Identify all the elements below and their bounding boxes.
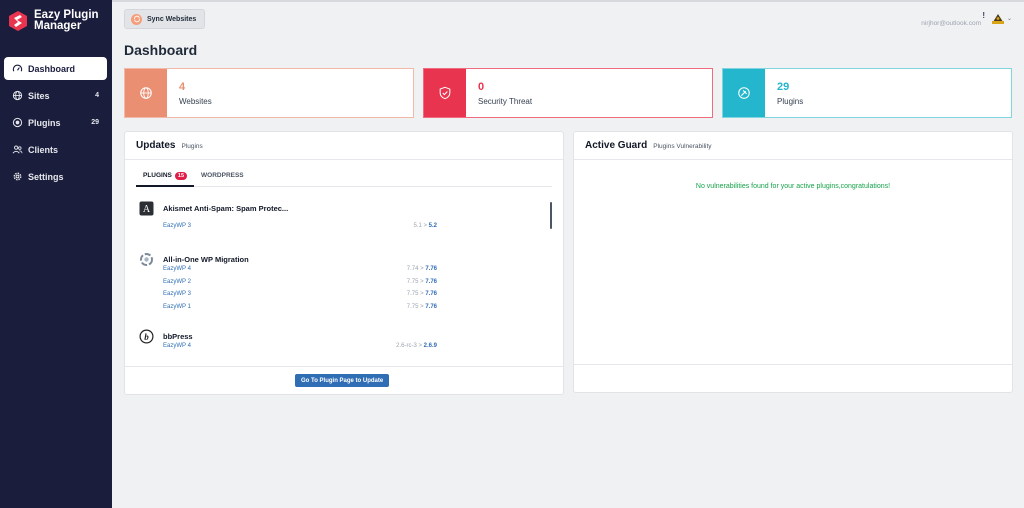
stat-label: Security Threat — [478, 97, 533, 106]
new-version: 7.76 — [425, 291, 437, 297]
updates-tabs: PLUGINS 15 WORDPRESS — [136, 168, 552, 187]
stat-label: Plugins — [777, 97, 804, 106]
stat-card-plugins[interactable]: 29 Plugins — [722, 68, 1012, 118]
stat-value: 4 — [179, 81, 186, 93]
current-version: 5.1 > — [413, 223, 429, 229]
site-link[interactable]: EazyWP 4 — [163, 266, 191, 272]
sidebar-item-label: Sites — [28, 90, 50, 101]
updates-panel-header: Updates Plugins — [125, 132, 563, 160]
sync-icon — [131, 13, 142, 25]
sidebar-item-settings[interactable]: Settings — [4, 165, 107, 188]
new-version: 7.76 — [425, 266, 437, 272]
avatar[interactable] — [991, 13, 1005, 25]
bbpress-icon: b — [139, 329, 154, 344]
svg-text:b: b — [144, 332, 149, 342]
stat-label: Websites — [179, 97, 212, 106]
sidebar-item-clients[interactable]: Clients — [4, 138, 107, 161]
active-guard-title: Active Guard — [585, 140, 648, 151]
plugin-name: Akismet Anti-Spam: Spam Protec... — [163, 204, 289, 213]
gauge-icon — [12, 63, 23, 74]
table-row: EazyWP 1 7.75 > 7.76 — [163, 304, 437, 314]
sidebar-item-dashboard[interactable]: Dashboard — [4, 57, 107, 80]
sidebar-item-count: 4 — [95, 92, 99, 99]
page-title: Dashboard — [124, 42, 198, 58]
current-version: 2.6-rc-3 > — [396, 343, 424, 349]
globe-icon — [12, 90, 23, 101]
sidebar-nav: Dashboard Sites 4 Plugins 29 Clients Set… — [4, 57, 107, 192]
table-row: EazyWP 3 5.1 > 5.2 — [163, 223, 437, 233]
active-guard-panel: Active Guard Plugins Vulnerability No vu… — [573, 131, 1013, 393]
stat-card-security-threat[interactable]: 0 Security Threat — [423, 68, 713, 118]
sidebar-item-label: Dashboard — [28, 63, 76, 74]
logo-text: Eazy Plugin Manager — [34, 9, 99, 32]
akismet-icon: A — [139, 201, 154, 216]
updates-panel: Updates Plugins PLUGINS 15 WORDPRESS A A… — [124, 131, 564, 395]
active-guard-header: Active Guard Plugins Vulnerability — [574, 132, 1012, 160]
sidebar-item-label: Settings — [28, 171, 64, 182]
updates-panel-footer: Go To Plugin Page to Update — [125, 366, 563, 394]
sidebar-item-label: Plugins — [28, 117, 61, 128]
sync-websites-label: Sync Websites — [147, 15, 197, 23]
sidebar: Eazy Plugin Manager Dashboard Sites 4 Pl… — [0, 0, 112, 508]
current-version: 7.75 > — [406, 304, 426, 310]
table-row: EazyWP 2 7.75 > 7.76 — [163, 279, 437, 289]
tab-label: PLUGINS — [143, 172, 172, 179]
top-border — [112, 0, 1024, 2]
site-link[interactable]: EazyWP 3 — [163, 291, 191, 297]
updates-title: Updates — [136, 140, 176, 151]
globe-icon — [125, 69, 167, 117]
table-row: EazyWP 4 7.74 > 7.76 — [163, 266, 437, 276]
gear-icon — [12, 171, 23, 182]
current-version: 7.75 > — [406, 291, 426, 297]
plugin-name: bbPress — [163, 332, 193, 341]
app-logo[interactable]: Eazy Plugin Manager — [8, 9, 114, 32]
new-version: 2.6.9 — [423, 343, 437, 349]
plug-icon — [12, 117, 23, 128]
new-version: 5.2 — [428, 223, 437, 229]
stat-value: 0 — [478, 81, 485, 93]
plug-icon — [723, 69, 765, 117]
table-row: EazyWP 4 2.6-rc-3 > 2.6.9 — [163, 343, 437, 353]
notification-indicator[interactable]: ! — [982, 11, 985, 20]
go-to-plugin-page-button[interactable]: Go To Plugin Page to Update — [295, 374, 390, 387]
tab-wordpress[interactable]: WORDPRESS — [194, 168, 251, 187]
site-link[interactable]: EazyWP 2 — [163, 279, 191, 285]
svg-text:A: A — [143, 204, 151, 215]
site-link[interactable]: EazyWP 3 — [163, 223, 191, 229]
shield-icon — [424, 69, 466, 117]
plugins-count-badge: 15 — [174, 172, 188, 180]
site-link[interactable]: EazyWP 1 — [163, 304, 191, 310]
users-icon — [12, 144, 23, 155]
tab-plugins[interactable]: PLUGINS 15 — [136, 168, 195, 187]
sidebar-item-sites[interactable]: Sites 4 — [4, 84, 107, 107]
updates-subtitle: Plugins — [181, 143, 203, 150]
table-row: EazyWP 3 7.75 > 7.76 — [163, 291, 437, 301]
plugin-update-list: A Akismet Anti-Spam: Spam Protec... Eazy… — [139, 198, 551, 368]
new-version: 7.76 — [425, 304, 437, 310]
migration-icon — [140, 253, 153, 266]
stat-card-websites[interactable]: 4 Websites — [124, 68, 414, 118]
site-link[interactable]: EazyWP 4 — [163, 343, 191, 349]
sidebar-item-count: 29 — [91, 119, 99, 126]
sidebar-item-plugins[interactable]: Plugins 29 — [4, 111, 107, 134]
tab-label: WORDPRESS — [201, 172, 244, 179]
active-guard-subtitle: Plugins Vulnerability — [653, 143, 712, 150]
sync-websites-button[interactable]: Sync Websites — [124, 9, 206, 29]
no-vulnerabilities-message: No vulnerabilities found for your active… — [695, 183, 891, 190]
sidebar-item-label: Clients — [28, 144, 59, 155]
current-version: 7.75 > — [406, 279, 426, 285]
current-version: 7.74 > — [406, 266, 426, 272]
active-guard-footer — [574, 364, 1012, 392]
user-email: nirjhor@outlook.com — [921, 20, 981, 27]
plugin-name: All-in-One WP Migration — [163, 255, 249, 264]
logo-icon — [9, 11, 27, 31]
new-version: 7.76 — [425, 279, 437, 285]
stat-value: 29 — [777, 81, 790, 93]
chevron-down-icon[interactable]: ⌄ — [1007, 15, 1012, 22]
